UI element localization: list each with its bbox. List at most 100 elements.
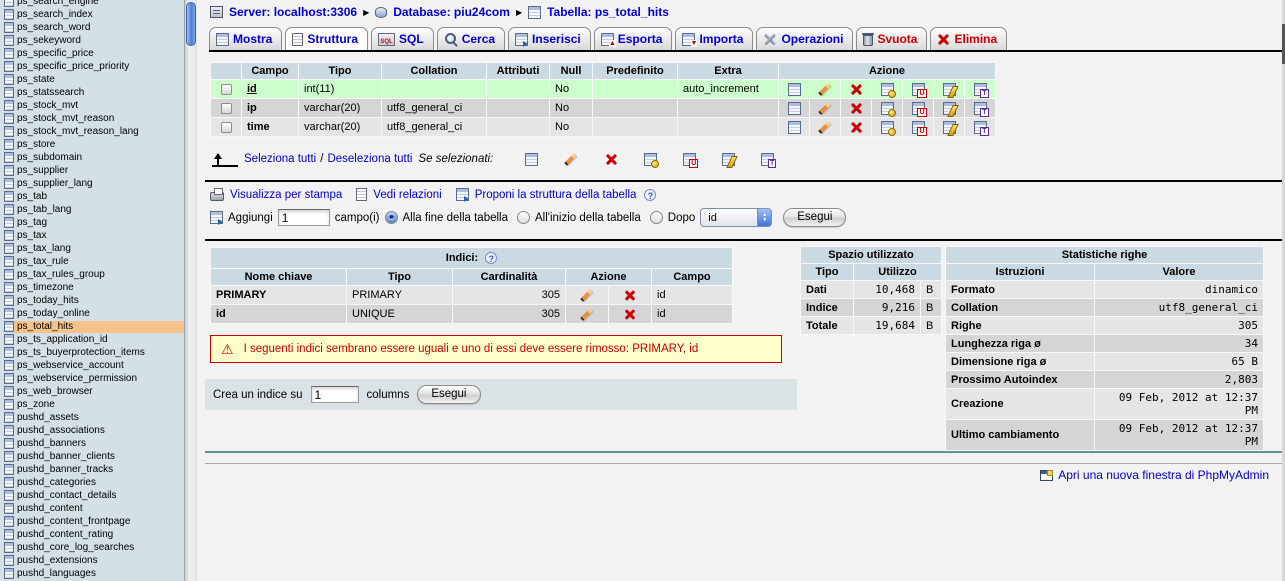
sidebar-item-ps_subdomain[interactable]: ps_subdomain: [0, 151, 184, 164]
unique-icon[interactable]: [683, 152, 699, 168]
add-field-submit-button[interactable]: Esegui: [783, 208, 847, 227]
sidebar-item-ps_ts_application_id[interactable]: ps_ts_application_id: [0, 333, 184, 346]
change-icon[interactable]: [564, 152, 579, 166]
create-index-columns-input[interactable]: [310, 386, 359, 403]
sidebar-item-pushd_banner_tracks[interactable]: pushd_banner_tracks: [0, 463, 184, 476]
drop-icon[interactable]: [624, 308, 636, 320]
sidebar-item-ps_specific_price[interactable]: ps_specific_price: [0, 47, 184, 60]
sidebar-item-ps_webservice_account[interactable]: ps_webservice_account: [0, 359, 184, 372]
breadcrumb-server[interactable]: Server: localhost:3306: [229, 5, 357, 19]
browse-icon[interactable]: [787, 101, 801, 115]
help-icon[interactable]: [644, 188, 657, 201]
sidebar-item-ps_supplier[interactable]: ps_supplier: [0, 164, 184, 177]
field-name[interactable]: time: [247, 121, 270, 133]
change-icon[interactable]: [818, 120, 833, 134]
sidebar-item-ps_stock_mvt_reason_lang[interactable]: ps_stock_mvt_reason_lang: [0, 125, 184, 138]
radio-at-end[interactable]: [384, 211, 398, 224]
select-all-link[interactable]: Seleziona tutti: [244, 153, 316, 165]
sidebar-item-pushd_languages[interactable]: pushd_languages: [0, 567, 184, 580]
sidebar-item-pushd_content[interactable]: pushd_content: [0, 502, 184, 515]
sidebar-item-pushd_content_rating[interactable]: pushd_content_rating: [0, 528, 184, 541]
unique-icon[interactable]: [911, 101, 927, 117]
tab-importa[interactable]: Importa: [675, 27, 754, 50]
tab-esporta[interactable]: Esporta: [593, 27, 673, 50]
radio-at-end-label[interactable]: Alla fine della tabella: [403, 212, 509, 224]
tab-sql[interactable]: SQL: [371, 27, 434, 50]
unique-icon[interactable]: [911, 120, 927, 136]
sidebar-item-pushd_assets[interactable]: pushd_assets: [0, 411, 184, 424]
sidebar-item-ps_specific_price_priority[interactable]: ps_specific_price_priority: [0, 60, 184, 73]
unique-icon[interactable]: [911, 82, 927, 98]
sidebar-item-pushd_banners[interactable]: pushd_banners: [0, 437, 184, 450]
sidebar-item-ps_stock_mvt_reason[interactable]: ps_stock_mvt_reason: [0, 112, 184, 125]
drop-icon[interactable]: [605, 153, 618, 166]
sidebar-item-ps_search_word[interactable]: ps_search_word: [0, 21, 184, 34]
browse-icon[interactable]: [787, 120, 801, 134]
field-name[interactable]: ip: [247, 102, 257, 114]
sidebar-item-ps_today_hits[interactable]: ps_today_hits: [0, 294, 184, 307]
sidebar-item-ps_statssearch[interactable]: ps_statssearch: [0, 86, 184, 99]
sidebar-item-ps_tab_lang[interactable]: ps_tab_lang: [0, 203, 184, 216]
sidebar-item-pushd_contact_details[interactable]: pushd_contact_details: [0, 489, 184, 502]
sidebar-item-ps_search_engine[interactable]: ps_search_engine: [0, 0, 184, 8]
drop-icon[interactable]: [850, 121, 863, 134]
index-icon[interactable]: [942, 101, 956, 115]
sidebar-item-ps_webservice_permission[interactable]: ps_webservice_permission: [0, 372, 184, 385]
sidebar-item-pushd_associations[interactable]: pushd_associations: [0, 424, 184, 437]
primary-icon[interactable]: [644, 152, 660, 168]
tab-svuota[interactable]: Svuota: [856, 27, 928, 50]
primary-icon[interactable]: [880, 101, 896, 117]
sidebar-item-ps_ts_buyerprotection_items[interactable]: ps_ts_buyerprotection_items: [0, 346, 184, 359]
change-icon[interactable]: [580, 307, 595, 321]
change-icon[interactable]: [580, 288, 595, 302]
drop-icon[interactable]: [624, 289, 636, 301]
new-window-link[interactable]: Apri una nuova finestra di PhpMyAdmin: [1058, 468, 1269, 482]
breadcrumb-database[interactable]: Database: piu24com: [393, 5, 510, 19]
sidebar-item-pushd_banner_clients[interactable]: pushd_banner_clients: [0, 450, 184, 463]
sidebar-item-ps_tab[interactable]: ps_tab: [0, 190, 184, 203]
radio-at-begin[interactable]: [517, 211, 530, 224]
fulltext-icon[interactable]: [973, 120, 989, 136]
drop-icon[interactable]: [850, 83, 863, 96]
radio-after[interactable]: [649, 211, 663, 224]
sidebar-item-pushd_content_frontpage[interactable]: pushd_content_frontpage: [0, 515, 184, 528]
tab-mostra[interactable]: Mostra: [209, 27, 283, 50]
sidebar-item-ps_timezone[interactable]: ps_timezone: [0, 281, 184, 294]
sidebar-item-ps_tax_lang[interactable]: ps_tax_lang: [0, 242, 184, 255]
tab-inserisci[interactable]: Inserisci: [508, 27, 591, 50]
sidebar-item-ps_search_index[interactable]: ps_search_index: [0, 8, 184, 21]
sidebar-item-ps_total_hits[interactable]: ps_total_hits: [0, 320, 184, 333]
radio-after-label[interactable]: Dopo: [668, 212, 696, 224]
deselect-all-link[interactable]: Deseleziona tutti: [327, 153, 412, 165]
sidebar-item-ps_tax_rule[interactable]: ps_tax_rule: [0, 255, 184, 268]
index-icon[interactable]: [942, 82, 956, 96]
sidebar-scrollbar-thumb[interactable]: [186, 2, 196, 46]
print-view-link[interactable]: Visualizza per stampa: [230, 189, 342, 201]
sidebar-item-ps_today_online[interactable]: ps_today_online: [0, 307, 184, 320]
browse-icon[interactable]: [787, 82, 801, 96]
change-icon[interactable]: [818, 101, 833, 115]
sidebar-item-ps_tax_rules_group[interactable]: ps_tax_rules_group: [0, 268, 184, 281]
sidebar-scrollbar[interactable]: [184, 0, 197, 581]
sidebar-item-ps_store[interactable]: ps_store: [0, 138, 184, 151]
primary-icon[interactable]: [880, 82, 896, 98]
browse-icon[interactable]: [525, 152, 539, 166]
row-checkbox[interactable]: [220, 83, 232, 95]
sidebar-item-ps_zone[interactable]: ps_zone: [0, 398, 184, 411]
sidebar-item-ps_tax[interactable]: ps_tax: [0, 229, 184, 242]
after-field-select[interactable]: id ▲ ▼: [700, 208, 773, 227]
field-name[interactable]: id: [247, 83, 257, 95]
sidebar-item-pushd_categories[interactable]: pushd_categories: [0, 476, 184, 489]
sidebar-item-ps_tag[interactable]: ps_tag: [0, 216, 184, 229]
fulltext-icon[interactable]: [973, 101, 989, 117]
primary-icon[interactable]: [880, 120, 896, 136]
change-icon[interactable]: [818, 82, 833, 96]
propose-structure-link[interactable]: Proponi la struttura della tabella: [475, 189, 637, 201]
sidebar-item-ps_web_browser[interactable]: ps_web_browser: [0, 385, 184, 398]
add-field-count-input[interactable]: [277, 209, 330, 226]
sidebar-item-pushd_core_log_searches[interactable]: pushd_core_log_searches: [0, 541, 184, 554]
radio-at-begin-label[interactable]: All'inizio della tabella: [535, 212, 641, 224]
breadcrumb-table[interactable]: Tabella: ps_total_hits: [547, 5, 669, 19]
create-index-submit-button[interactable]: Esegui: [417, 385, 481, 404]
index-icon[interactable]: [942, 120, 956, 134]
